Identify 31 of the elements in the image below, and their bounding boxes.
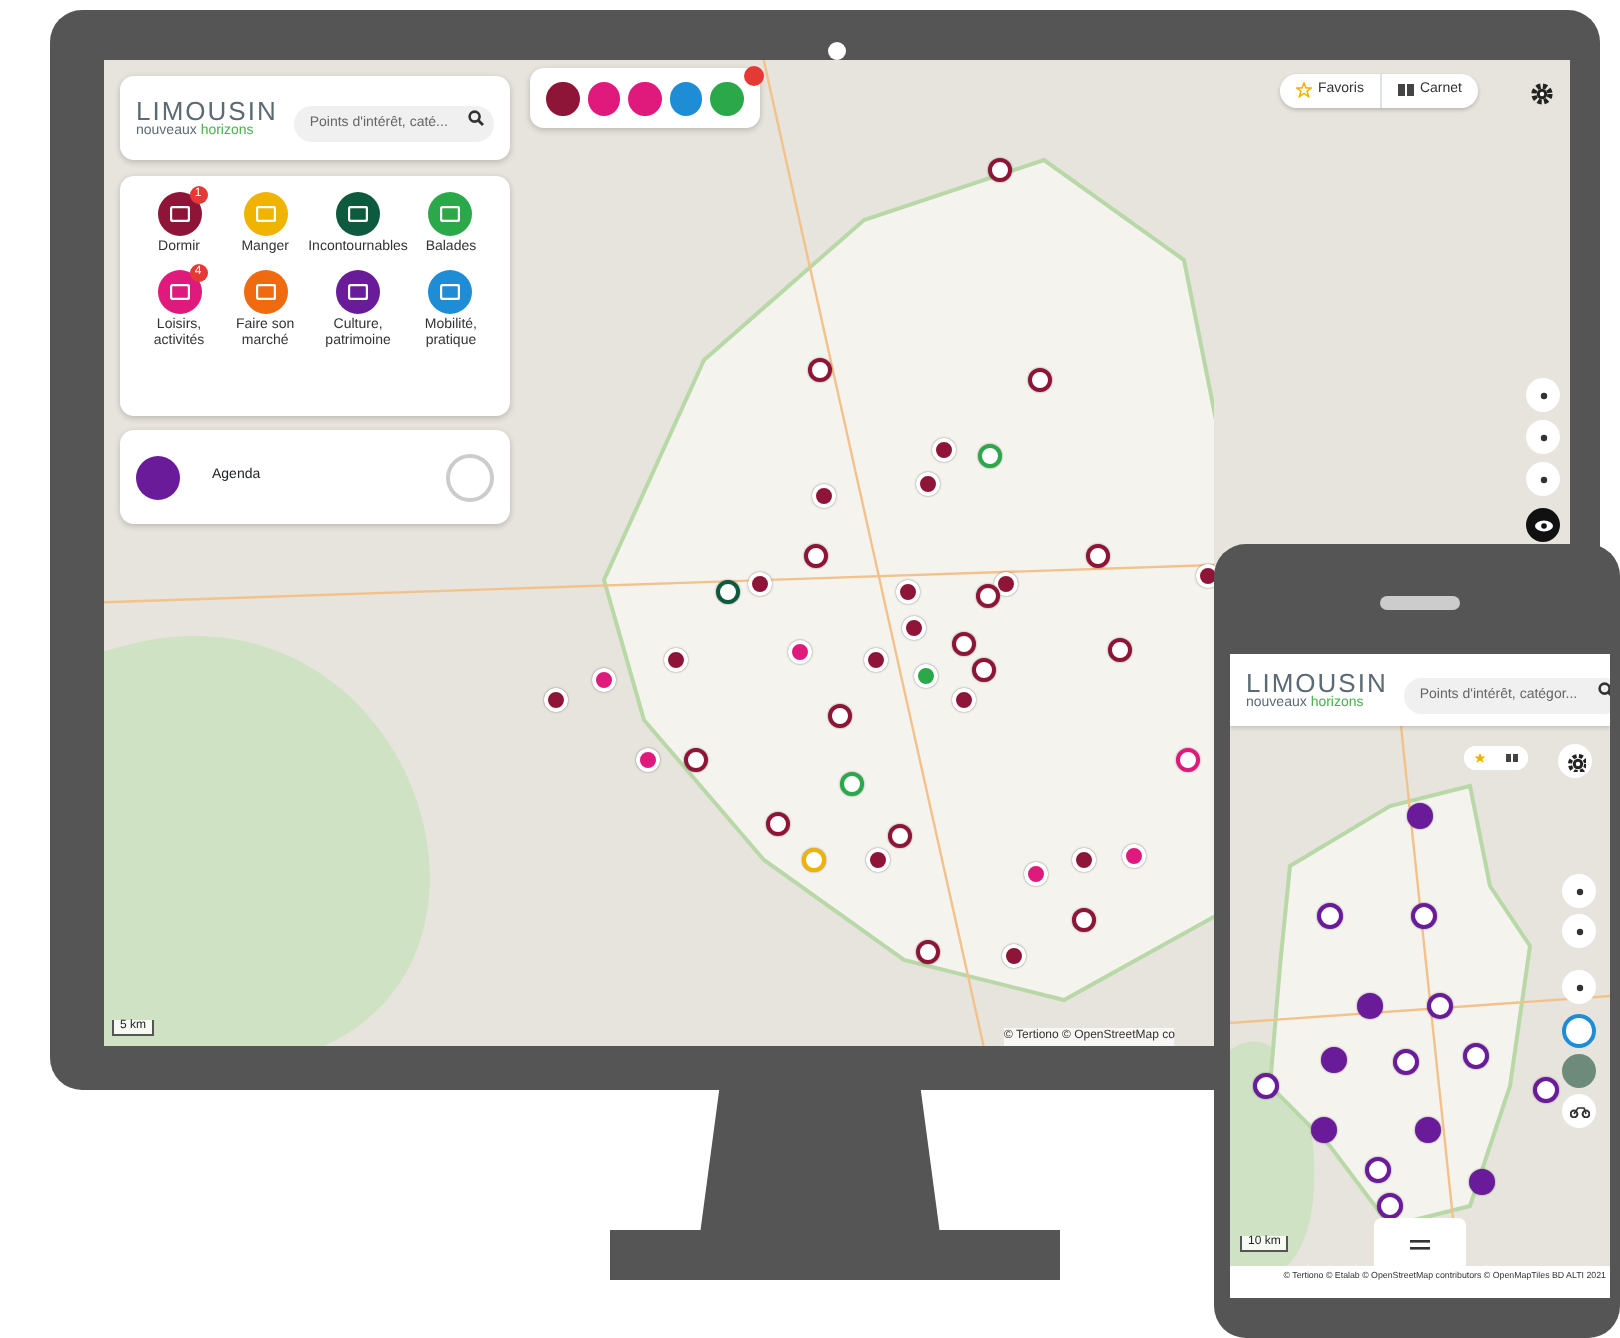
book-icon — [1506, 752, 1518, 764]
logo-title: LIMOUSIN — [136, 97, 278, 124]
star-icon — [1474, 752, 1486, 764]
zoom-out-button[interactable] — [1526, 420, 1560, 454]
category-icon — [348, 284, 369, 301]
menu-icon — [1410, 1239, 1430, 1249]
search-icon — [467, 110, 484, 126]
category-icon — [440, 284, 461, 301]
filter-chip[interactable] — [546, 81, 580, 115]
category-icon — [169, 206, 190, 222]
category-icon — [169, 284, 190, 301]
category-icon — [255, 284, 276, 301]
search-icon — [1597, 682, 1610, 698]
star-icon — [1296, 82, 1312, 99]
category-icon — [255, 206, 276, 222]
filter-chip[interactable] — [628, 81, 662, 115]
north-button[interactable] — [1526, 462, 1560, 496]
category-icon — [348, 206, 369, 222]
logo-title: LIMOUSIN — [1246, 669, 1388, 696]
eye-icon — [1533, 519, 1553, 531]
settings-icon — [1565, 751, 1585, 771]
settings-icon — [1529, 81, 1553, 105]
book-icon — [1397, 82, 1414, 99]
bike-icon — [1569, 1105, 1589, 1117]
toggle-circle[interactable] — [446, 453, 494, 501]
zoom-in-button[interactable] — [1526, 378, 1560, 412]
phone-speaker — [1380, 596, 1460, 610]
visibility-button[interactable] — [1526, 508, 1560, 542]
category-icon — [440, 206, 461, 222]
filter-chip[interactable] — [587, 81, 621, 115]
menu-handle-button[interactable] — [1374, 1218, 1466, 1266]
